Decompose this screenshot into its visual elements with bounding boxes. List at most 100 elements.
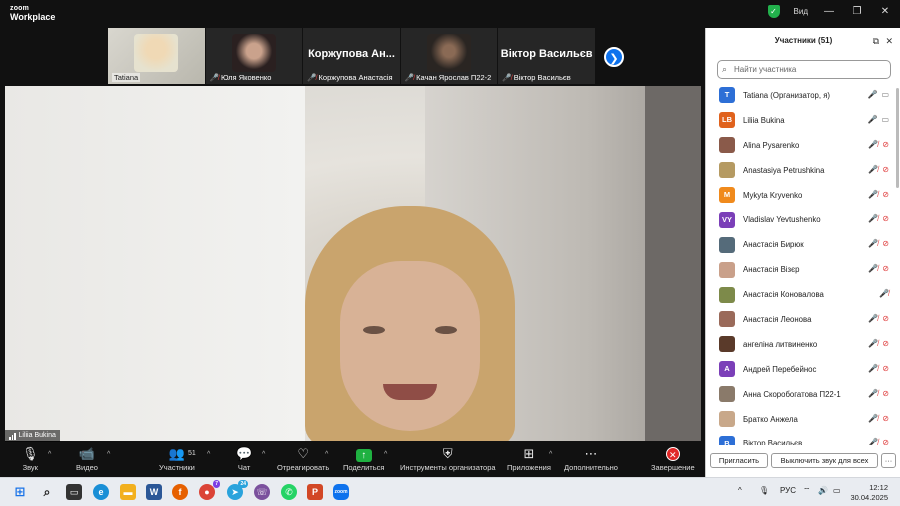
- avatar: T: [719, 87, 735, 104]
- avatar: [719, 286, 735, 303]
- participant-row[interactable]: A Андрей Перебейнос 🎤̸ ⊘: [706, 357, 900, 382]
- participant-row[interactable]: Alina Pysarenko 🎤̸ ⊘: [706, 133, 900, 158]
- encryption-shield-icon[interactable]: ✓: [767, 5, 780, 18]
- minimize-icon[interactable]: —: [822, 6, 836, 17]
- chrome-icon[interactable]: ● 7: [199, 480, 220, 500]
- task-view-icon[interactable]: ▭: [66, 484, 82, 500]
- chat-options-caret-icon[interactable]: ^: [262, 451, 265, 458]
- thumbnail-name: 🎤̸ Юля Яковенко: [210, 73, 272, 82]
- viber-icon[interactable]: ☏: [254, 484, 270, 500]
- thumbnail-tile[interactable]: Коржупова Ан... 🎤̸ Коржупова Анастасія: [303, 28, 401, 84]
- firefox-icon[interactable]: f: [172, 484, 188, 500]
- participant-status: 🎤̸ ⊘: [868, 414, 889, 423]
- next-page-arrow-icon[interactable]: ❯: [604, 47, 624, 67]
- search-icon: ⌕: [722, 64, 728, 74]
- invite-button[interactable]: Пригласить: [710, 453, 768, 468]
- thumbnail-tile[interactable]: 🎤̸ Качан Ярослав П22-2: [400, 28, 499, 84]
- thumbnail-tile[interactable]: Tatiana: [108, 28, 206, 84]
- close-panel-icon[interactable]: ✕: [885, 28, 893, 54]
- logo-line2: Workplace: [10, 12, 56, 22]
- clock[interactable]: 12:12 30.04.2025: [850, 483, 888, 503]
- windows-start-icon[interactable]: ⊞: [12, 484, 28, 500]
- word-icon[interactable]: W: [146, 484, 162, 500]
- video-options-caret-icon[interactable]: ^: [107, 451, 110, 458]
- panel-more-button[interactable]: ···: [881, 453, 896, 468]
- participant-row[interactable]: LB Liliia Bukina 🎤 ▭: [706, 108, 900, 133]
- camera-off-icon: ⊘: [882, 139, 889, 149]
- tray-expand-icon[interactable]: ^: [738, 486, 742, 495]
- clock-date: 30.04.2025: [850, 493, 888, 502]
- thumbnail-tile[interactable]: Віктор Васильєв 🎤̸ Віктор Васильєв: [498, 28, 596, 84]
- participant-row[interactable]: Anastasiya Petrushkina 🎤̸ ⊘: [706, 158, 900, 183]
- react-options-caret-icon[interactable]: ^: [325, 451, 328, 458]
- apps-button[interactable]: ⊞ Приложения: [507, 445, 551, 472]
- mic-muted-icon: 🎤̸: [868, 139, 879, 149]
- participant-row[interactable]: B Віктор Васильєв 🎤̸ ⊘: [706, 431, 900, 445]
- volume-icon[interactable]: 🔊: [818, 486, 828, 495]
- thumbnail-name: 🎤̸ Качан Ярослав П22-2: [405, 73, 492, 82]
- camera-off-icon: ⊘: [882, 338, 889, 348]
- camera-icon: 📹: [78, 446, 96, 461]
- audio-options-caret-icon[interactable]: ^: [48, 451, 51, 458]
- telegram-badge: 24: [238, 480, 248, 488]
- thumbnail-name: Tatiana: [112, 73, 141, 82]
- mic-muted-icon: 🎤̸: [868, 264, 879, 274]
- mute-button[interactable]: 🎙 Звук: [22, 445, 39, 472]
- participant-row[interactable]: Анастасія Коновалова 🎤̸: [706, 282, 900, 307]
- video-feed: [426, 34, 471, 72]
- restore-icon[interactable]: ❐: [850, 6, 864, 17]
- end-meeting-button[interactable]: ✕ Завершение: [651, 445, 695, 472]
- language-indicator[interactable]: РУС: [780, 486, 796, 495]
- scrollbar[interactable]: [896, 88, 899, 188]
- participant-row[interactable]: VY Vladislav Yevtushenko 🎤̸ ⊘: [706, 207, 900, 232]
- camera-off-icon: ⊘: [882, 189, 889, 199]
- view-button[interactable]: Вид: [794, 7, 808, 16]
- file-explorer-icon[interactable]: ▬: [120, 484, 136, 500]
- share-button[interactable]: ↑ Поделиться: [343, 445, 384, 472]
- participant-row[interactable]: Анастасія Леонова 🎤̸ ⊘: [706, 307, 900, 332]
- camera-off-icon: ⊘: [882, 264, 889, 274]
- host-tools-button[interactable]: ⛨ Инструменты организатора: [400, 445, 496, 472]
- thumbnail-name: 🎤̸ Коржупова Анастасія: [307, 73, 392, 82]
- participant-row[interactable]: Анастасія Бирюк 🎤̸ ⊘: [706, 232, 900, 257]
- edge-icon[interactable]: e: [93, 484, 109, 500]
- speaker-eye: [435, 326, 457, 334]
- apps-options-caret-icon[interactable]: ^: [549, 451, 552, 458]
- mic-muted-icon: 🎤̸: [868, 239, 879, 249]
- battery-icon[interactable]: ▭: [833, 486, 841, 495]
- popout-icon[interactable]: ⧉: [873, 28, 879, 54]
- participants-options-caret-icon[interactable]: ^: [207, 451, 210, 458]
- camera-off-icon: ⊘: [882, 164, 889, 174]
- powerpoint-icon[interactable]: P: [307, 484, 323, 500]
- camera-off-icon: ⊘: [882, 388, 889, 398]
- participant-row[interactable]: M Mykyta Kryvenko 🎤̸ ⊘: [706, 183, 900, 208]
- participant-row[interactable]: T Tatiana (Организатор, я) 🎤 ▭: [706, 83, 900, 108]
- share-options-caret-icon[interactable]: ^: [384, 451, 387, 458]
- more-button[interactable]: ⋯ Дополнительно: [564, 445, 618, 472]
- participant-row[interactable]: Анастасія Візєр 🎤̸ ⊘: [706, 257, 900, 282]
- wifi-icon[interactable]: ⌔: [803, 486, 811, 496]
- participant-row[interactable]: Братко Анжела 🎤̸ ⊘: [706, 407, 900, 432]
- avatar: [719, 411, 735, 428]
- zoom-icon[interactable]: zoom: [333, 484, 349, 500]
- react-button[interactable]: ♡ Отреагировать: [277, 445, 329, 472]
- chat-button[interactable]: 💬 Чат: [236, 445, 252, 472]
- search-input[interactable]: ⌕ Найти участника: [717, 60, 891, 79]
- thumbnail-tile[interactable]: 🎤̸ Юля Яковенко: [205, 28, 304, 84]
- end-icon-wrap: ✕: [651, 445, 695, 463]
- telegram-icon[interactable]: ➤ 24: [227, 480, 248, 500]
- mute-all-button[interactable]: Выключить звук для всех: [771, 453, 878, 468]
- camera-off-icon: ⊘: [882, 239, 889, 249]
- panel-footer: Пригласить Выключить звук для всех ···: [706, 453, 900, 469]
- mic-icon: 🎤: [867, 114, 878, 124]
- participant-row[interactable]: ангеліна литвиненко 🎤̸ ⊘: [706, 332, 900, 357]
- signal-icon: [9, 432, 16, 440]
- close-icon[interactable]: ✕: [878, 6, 892, 17]
- video-button[interactable]: 📹 Видео: [76, 445, 98, 472]
- search-icon[interactable]: ⌕: [39, 484, 55, 500]
- participant-status: 🎤̸ ⊘: [868, 239, 889, 248]
- participant-row[interactable]: Анна Скоробогатова П22-1 🎤̸ ⊘: [706, 382, 900, 407]
- camera-icon: ▭: [881, 114, 889, 124]
- tray-mic-icon[interactable]: 🎙: [759, 486, 769, 495]
- whatsapp-icon[interactable]: ✆: [281, 484, 297, 500]
